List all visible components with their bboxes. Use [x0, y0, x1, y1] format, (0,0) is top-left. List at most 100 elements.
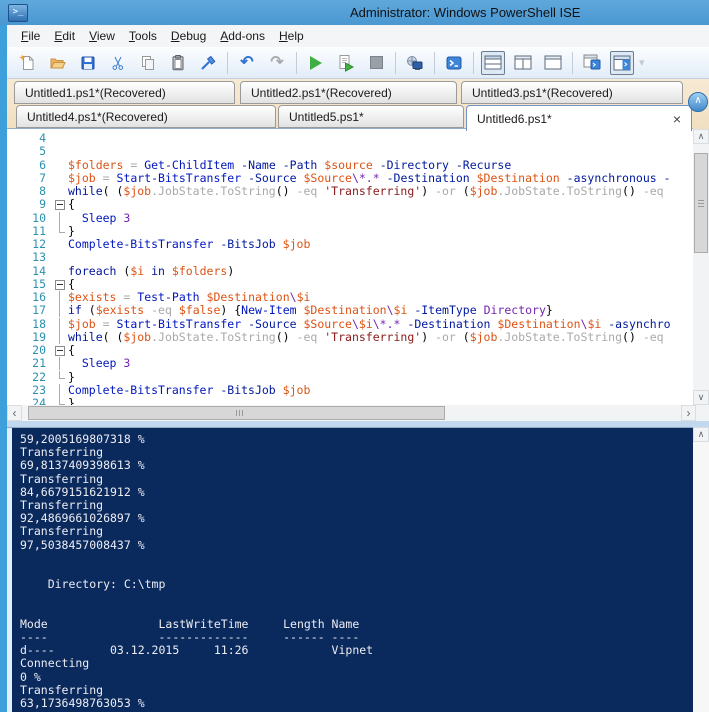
tab-untitled5-ps1-[interactable]: Untitled5.ps1* [278, 105, 464, 128]
line-number: 9 [7, 198, 46, 211]
fold-guide [54, 318, 66, 331]
toolbar-overflow-icon[interactable]: ▾ [639, 56, 645, 69]
open-script-button[interactable] [46, 51, 70, 75]
tab-untitled4-ps1-recovered-[interactable]: Untitled4.ps1*(Recovered) [16, 105, 276, 128]
editor-horizontal-scrollbar[interactable]: ‹ › [7, 405, 709, 421]
tab-scroll-up-button[interactable]: ∧ [688, 92, 708, 112]
line-number: 21 [7, 357, 46, 370]
run-script-button[interactable] [304, 51, 328, 75]
toolbar: ↶ ↷ ▾ [7, 47, 709, 79]
powershell-ise-window: >_ Administrator: Windows PowerShell ISE… [0, 0, 709, 712]
show-script-pane-top-button[interactable] [481, 51, 505, 75]
show-script-pane-right-button[interactable] [511, 51, 535, 75]
scroll-up-button[interactable]: ∧ [693, 129, 709, 144]
code-line: 20 { [7, 344, 693, 357]
code-line: 14 foreach ($i in $folders) [7, 265, 693, 278]
editor-vertical-scrollbar[interactable]: ∧ ∨ [693, 129, 709, 405]
console-pane[interactable]: 59,2005169807318 % Transferring 69,81374… [7, 427, 693, 712]
script-editor-pane[interactable]: 456$folders = Get-ChildItem -Name -Path … [7, 129, 693, 405]
code-line: 12Complete-BitsTransfer -BitsJob $job [7, 238, 693, 251]
line-number: 20 [7, 344, 46, 357]
redo-button[interactable]: ↷ [265, 51, 289, 75]
code-line: 24} [7, 397, 693, 405]
line-number: 6 [7, 159, 46, 172]
code-text: { [68, 344, 75, 357]
console-output: 59,2005169807318 % Transferring 69,81374… [20, 433, 373, 710]
title-bar[interactable]: >_ Administrator: Windows PowerShell ISE [0, 0, 709, 25]
fold-collapse-icon[interactable] [54, 198, 66, 211]
line-number: 7 [7, 172, 46, 185]
stop-icon [370, 56, 383, 69]
menu-tools[interactable]: Tools [122, 27, 164, 45]
scroll-left-button[interactable]: ‹ [7, 405, 22, 421]
code-line: 9{ [7, 198, 693, 211]
new-script-button[interactable] [16, 51, 40, 75]
tab-close-button[interactable]: × [665, 112, 681, 126]
fold-collapse-icon[interactable] [54, 344, 66, 357]
line-number: 22 [7, 371, 46, 384]
editor-vscroll-thumb[interactable] [694, 153, 708, 253]
tab-untitled1-ps1-recovered-[interactable]: Untitled1.ps1*(Recovered) [14, 81, 235, 104]
code-text: } [68, 397, 75, 405]
menu-edit[interactable]: Edit [47, 27, 82, 45]
menu-view[interactable]: View [82, 27, 122, 45]
fold-guide [54, 291, 66, 304]
console-scrollbar[interactable]: ∧ [693, 427, 709, 712]
code-line: 18$job = Start-BitsTransfer -Source $Sou… [7, 318, 693, 331]
show-script-pane-maximized-button[interactable] [541, 51, 565, 75]
line-number: 12 [7, 238, 46, 251]
code-text: foreach ($i in $folders) [68, 265, 234, 278]
editor-hscroll-thumb[interactable] [28, 406, 445, 420]
redo-icon: ↷ [270, 55, 283, 71]
run-selection-button[interactable] [334, 51, 358, 75]
code-text: Complete-BitsTransfer -BitsJob $job [68, 384, 310, 397]
undo-button[interactable]: ↶ [235, 51, 259, 75]
menu-help[interactable]: Help [272, 27, 311, 45]
new-remote-powershell-tab-button[interactable] [403, 51, 427, 75]
show-command-window-button[interactable] [580, 51, 604, 75]
scroll-down-button[interactable]: ∨ [693, 390, 709, 405]
scroll-right-button[interactable]: › [681, 405, 696, 421]
fold-guide [54, 371, 66, 384]
fold-guide [54, 225, 66, 238]
code-text: { [68, 198, 75, 211]
code-text: { [68, 278, 75, 291]
toolbar-separator [572, 52, 573, 74]
tab-untitled3-ps1-recovered-[interactable]: Untitled3.ps1*(Recovered) [461, 81, 683, 104]
fold-collapse-icon[interactable] [54, 278, 66, 291]
paste-button[interactable] [166, 51, 190, 75]
line-number: 14 [7, 265, 46, 278]
console-left-margin [7, 428, 12, 712]
fold-guide [54, 304, 66, 317]
cut-button[interactable] [106, 51, 130, 75]
tab-label: Untitled4.ps1*(Recovered) [27, 110, 168, 124]
code-text: Sleep 3 [68, 212, 130, 225]
menu-file[interactable]: File [14, 27, 47, 45]
code-line: 4 [7, 132, 693, 145]
line-number: 10 [7, 212, 46, 225]
toolbar-separator [296, 52, 297, 74]
tab-label: Untitled5.ps1* [289, 110, 364, 124]
menu-debug[interactable]: Debug [164, 27, 213, 45]
script-pane-toggle-button[interactable] [610, 51, 634, 75]
menu-addons[interactable]: Add-ons [213, 27, 272, 45]
tab-label: Untitled3.ps1*(Recovered) [472, 86, 613, 100]
line-number: 23 [7, 384, 46, 397]
stop-operation-button[interactable] [364, 51, 388, 75]
menu-bar: FileEditViewToolsDebugAdd-onsHelp [7, 25, 709, 47]
tab-untitled2-ps1-recovered-[interactable]: Untitled2.ps1*(Recovered) [240, 81, 457, 104]
code-text: $job = Start-BitsTransfer -Source $Sourc… [68, 318, 671, 331]
code-line: 22} [7, 371, 693, 384]
clear-console-button[interactable] [196, 51, 220, 75]
code-line: 21 Sleep 3 [7, 357, 693, 370]
save-button[interactable] [76, 51, 100, 75]
copy-button[interactable] [136, 51, 160, 75]
fold-guide [54, 384, 66, 397]
start-powershell-button[interactable] [442, 51, 466, 75]
fold-guide [54, 357, 66, 370]
scroll-up-button[interactable]: ∧ [693, 427, 709, 442]
line-number: 16 [7, 291, 46, 304]
line-number: 4 [7, 132, 46, 145]
code-line: 6$folders = Get-ChildItem -Name -Path $s… [7, 159, 693, 172]
tab-untitled6-ps1-[interactable]: Untitled6.ps1*× [466, 105, 692, 131]
